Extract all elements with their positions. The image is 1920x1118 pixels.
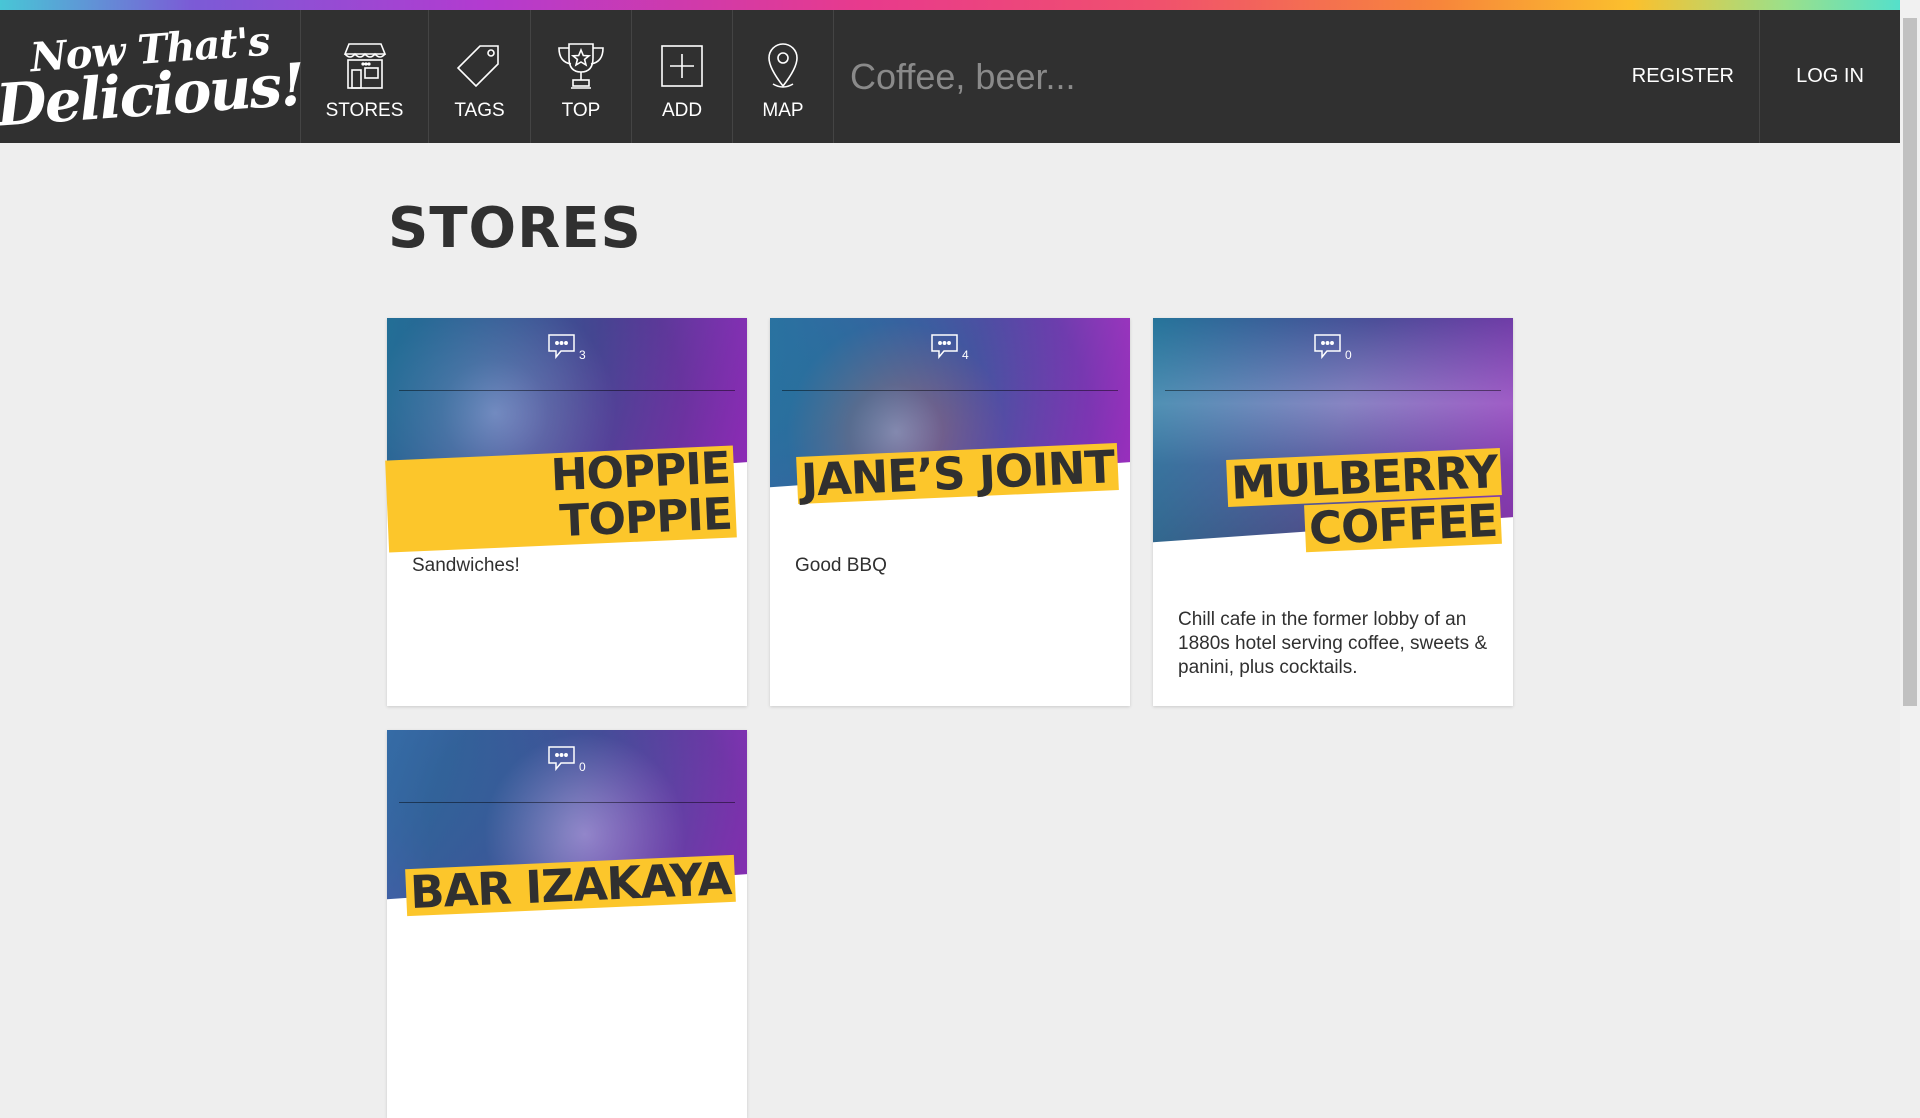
page-scrollbar[interactable] — [1900, 0, 1920, 940]
site-logo[interactable]: Now That's Delicious! — [0, 10, 306, 143]
store-name-line-2: COFFEE — [1303, 494, 1502, 555]
store-description: Good BBQ — [795, 555, 887, 576]
auth-links: REGISTER LOG IN — [1607, 10, 1900, 143]
page-title: STORES — [388, 196, 642, 261]
search-input[interactable] — [848, 54, 1552, 99]
store-icon — [343, 42, 386, 89]
comment-bubble-icon — [548, 746, 575, 772]
nav-stores[interactable]: STORES — [301, 10, 429, 143]
nav-tags-label: TAGS — [454, 99, 505, 121]
comment-bubble-icon — [931, 334, 958, 360]
store-card-bar-izakaya[interactable]: 0 BAR IZAKAYA — [387, 730, 747, 1118]
store-name[interactable]: HOPPIE TOPPIE — [385, 443, 737, 553]
register-link[interactable]: REGISTER — [1607, 10, 1759, 143]
nav-add-label: ADD — [661, 99, 703, 121]
store-description: Chill cafe in the former lobby of an 188… — [1178, 609, 1488, 678]
top-nav: Now That's Delicious! STORES TAGS TOP AD… — [0, 10, 1900, 143]
store-name-text: HOPPIE TOPPIE — [385, 443, 737, 553]
comment-bubble-icon — [1314, 334, 1341, 360]
comment-count-number: 4 — [962, 348, 969, 362]
nav-map[interactable]: MAP — [733, 10, 834, 143]
search-bar — [834, 10, 1607, 143]
store-card-mulberry-coffee[interactable]: 0 MULBERRY COFFEE Chill cafe in the form… — [1153, 318, 1513, 706]
comment-count[interactable]: 4 — [930, 332, 969, 362]
store-name[interactable]: BAR IZAKAYA — [404, 852, 736, 919]
hero-divider — [399, 802, 735, 803]
scrollbar-thumb[interactable] — [1903, 18, 1917, 706]
comment-bubble-icon — [548, 334, 575, 360]
nav-tags[interactable]: TAGS — [429, 10, 531, 143]
top-gradient-bar — [0, 0, 1920, 10]
nav-top-label: TOP — [561, 99, 601, 121]
trophy-icon — [558, 42, 604, 89]
hero-divider — [782, 390, 1118, 391]
nav-map-label: MAP — [762, 99, 804, 121]
store-name[interactable]: MULBERRY COFFEE — [1225, 445, 1502, 555]
comment-count-number: 0 — [1345, 348, 1352, 362]
store-name-text: JANE’S JOINT — [795, 440, 1119, 507]
comment-count[interactable]: 0 — [547, 744, 586, 774]
comment-count[interactable]: 3 — [547, 332, 586, 362]
login-link[interactable]: LOG IN — [1759, 10, 1900, 143]
plus-box-icon — [661, 44, 703, 87]
comment-count[interactable]: 0 — [1313, 332, 1352, 362]
comment-count-number: 3 — [579, 348, 586, 362]
nav-stores-label: STORES — [325, 99, 404, 121]
hero-divider — [399, 390, 735, 391]
map-pin-icon — [768, 42, 798, 88]
store-card-hoppie-toppie[interactable]: 3 HOPPIE TOPPIE Sandwiches! — [385, 318, 747, 706]
comment-count-number: 0 — [579, 760, 586, 774]
store-card-janes-joint[interactable]: 4 JANE’S JOINT Good BBQ — [770, 318, 1130, 706]
nav-add[interactable]: ADD — [632, 10, 733, 143]
tag-icon — [456, 44, 499, 87]
hero-divider — [1165, 390, 1501, 391]
store-description: Sandwiches! — [412, 555, 520, 576]
store-name-text: BAR IZAKAYA — [404, 852, 736, 919]
nav-top[interactable]: TOP — [531, 10, 632, 143]
store-name[interactable]: JANE’S JOINT — [795, 440, 1119, 507]
